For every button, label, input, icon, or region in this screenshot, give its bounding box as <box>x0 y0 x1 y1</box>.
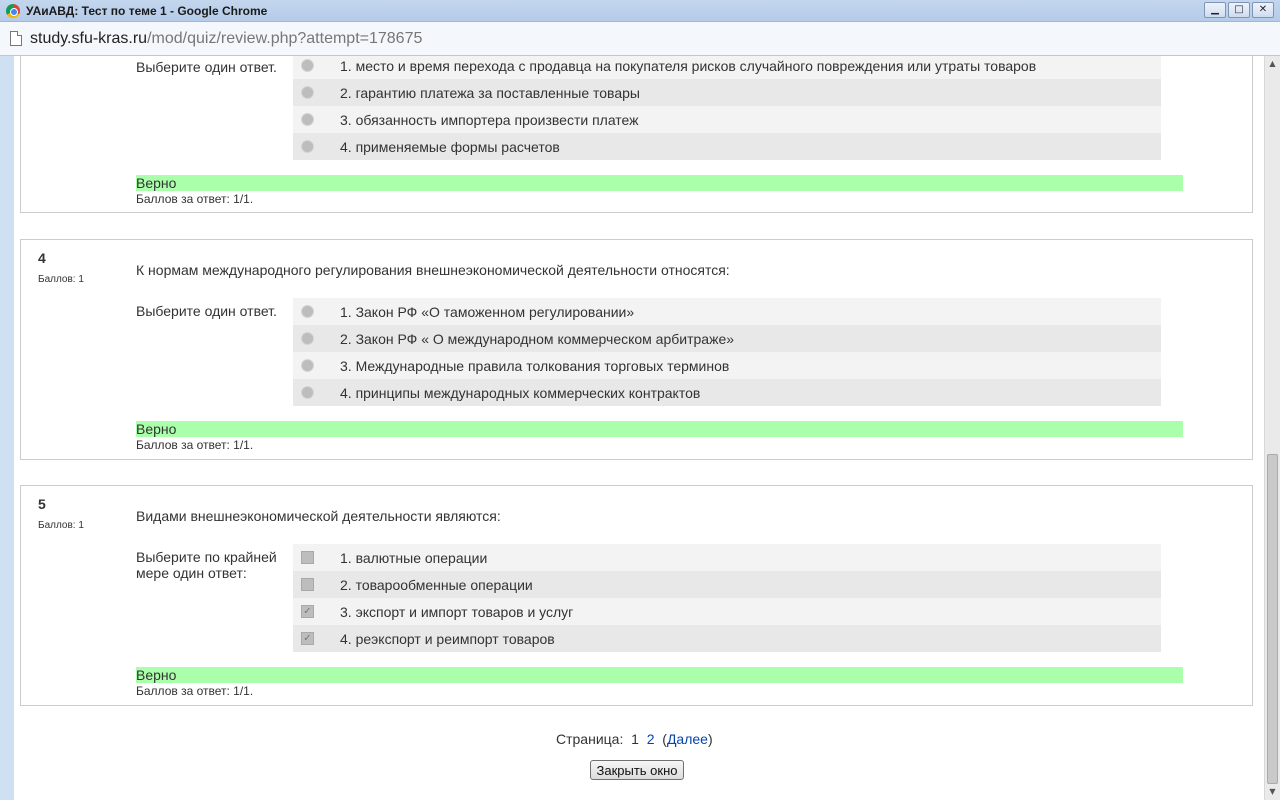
radio-icon[interactable] <box>301 386 314 399</box>
answer-label: 2. товарообменные операции <box>340 576 533 593</box>
question-text: Видами внешнеэкономической деятельности … <box>136 508 501 524</box>
answer-label: 1. валютные операции <box>340 549 488 566</box>
answer-option[interactable]: 2. Закон РФ « О международном коммерческ… <box>293 325 1161 352</box>
chrome-icon <box>6 3 20 18</box>
question-score: Баллов: 1 <box>38 274 84 285</box>
question-3-grade: Баллов за ответ: 1/1. <box>136 192 254 206</box>
answer-label: 2. гарантию платежа за поставленные това… <box>340 84 640 101</box>
checkbox-icon[interactable] <box>301 578 314 591</box>
answer-option[interactable]: 1. Закон РФ «О таможенном регулировании» <box>293 298 1161 325</box>
radio-icon[interactable] <box>301 140 314 153</box>
checkbox-checked-icon[interactable]: ✓ <box>301 605 314 618</box>
scroll-down-arrow-icon[interactable]: ▼ <box>1265 784 1280 800</box>
question-5-answers: 1. валютные операции 2. товарообменные о… <box>293 544 1161 652</box>
answer-label: 4. применяемые формы расчетов <box>340 138 560 155</box>
answer-option[interactable]: 4. принципы международных коммерческих к… <box>293 379 1161 406</box>
question-3-result: Верно <box>136 175 1183 191</box>
question-5-grade: Баллов за ответ: 1/1. <box>136 684 254 698</box>
checkbox-checked-icon[interactable]: ✓ <box>301 632 314 645</box>
question-score: Баллов: 1 <box>38 520 84 531</box>
minimize-button[interactable]: ▁ <box>1204 2 1226 18</box>
scroll-up-arrow-icon[interactable]: ▲ <box>1265 56 1280 72</box>
answer-option[interactable]: 4. применяемые формы расчетов <box>293 133 1161 160</box>
close-window-page-button[interactable]: Закрыть окно <box>590 760 684 780</box>
url-text[interactable]: study.sfu-kras.ru/mod/quiz/review.php?at… <box>30 30 422 48</box>
answer-label: 3. экспорт и импорт товаров и услуг <box>340 603 574 620</box>
window-titlebar: УАиАВД: Тест по теме 1 - Google Chrome ▁… <box>0 0 1280 22</box>
answer-label: 3. обязанность импортера произвести плат… <box>340 111 639 128</box>
answer-option[interactable]: 2. гарантию платежа за поставленные това… <box>293 79 1161 106</box>
question-4-answers: 1. Закон РФ «О таможенном регулировании»… <box>293 298 1161 406</box>
answer-label: 1. место и время перехода с продавца на … <box>340 57 1037 74</box>
answer-label: 1. Закон РФ «О таможенном регулировании» <box>340 303 635 320</box>
scroll-thumb[interactable] <box>1267 454 1278 784</box>
question-3-box: Выберите один ответ. 1. место и время пе… <box>20 56 1253 213</box>
close-window-button[interactable]: ✕ <box>1252 2 1274 18</box>
question-number: 5 <box>38 496 46 512</box>
question-number: 4 <box>38 250 46 266</box>
address-bar[interactable]: study.sfu-kras.ru/mod/quiz/review.php?at… <box>0 22 1280 56</box>
url-path: /mod/quiz/review.php?attempt=178675 <box>147 29 423 47</box>
answer-option[interactable]: 1. место и время перехода с продавца на … <box>293 56 1161 79</box>
question-3-prompt: Выберите один ответ. <box>136 59 277 75</box>
radio-icon[interactable] <box>301 332 314 345</box>
answer-option[interactable]: ✓ 3. экспорт и импорт товаров и услуг <box>293 598 1161 625</box>
question-3-answers: 1. место и время перехода с продавца на … <box>293 56 1161 160</box>
answer-label: 4. реэкспорт и реимпорт товаров <box>340 630 555 647</box>
answer-label: 2. Закон РФ « О международном коммерческ… <box>340 330 735 347</box>
radio-icon[interactable] <box>301 113 314 126</box>
window-controls: ▁ □ ✕ <box>1204 2 1274 18</box>
pagination: Страница: 1 2 (Далее) <box>556 731 713 747</box>
question-4-prompt: Выберите один ответ. <box>136 303 277 319</box>
page-viewport: Выберите один ответ. 1. место и время пе… <box>0 56 1264 800</box>
page-1-link[interactable]: 1 <box>631 731 639 747</box>
page-content: Выберите один ответ. 1. место и время пе… <box>14 56 1264 800</box>
answer-option[interactable]: ✓ 4. реэкспорт и реимпорт товаров <box>293 625 1161 652</box>
question-4-box: 4 Баллов: 1 К нормам международного регу… <box>20 239 1253 460</box>
answer-option[interactable]: 2. товарообменные операции <box>293 571 1161 598</box>
question-5-prompt: Выберите по крайней мере один ответ: <box>136 549 277 581</box>
radio-icon[interactable] <box>301 359 314 372</box>
checkbox-icon[interactable] <box>301 551 314 564</box>
question-5-result: Верно <box>136 667 1183 683</box>
page-2-link[interactable]: 2 <box>647 731 655 747</box>
page-icon <box>10 31 22 46</box>
radio-icon[interactable] <box>301 305 314 318</box>
question-4-grade: Баллов за ответ: 1/1. <box>136 438 254 452</box>
answer-option[interactable]: 3. обязанность импортера произвести плат… <box>293 106 1161 133</box>
vertical-scrollbar[interactable]: ▲ ▼ <box>1264 56 1280 800</box>
url-host: study.sfu-kras.ru <box>30 29 148 47</box>
window-title: УАиАВД: Тест по теме 1 - Google Chrome <box>26 3 268 18</box>
question-4-result: Верно <box>136 421 1183 437</box>
radio-icon[interactable] <box>301 86 314 99</box>
maximize-button[interactable]: □ <box>1228 2 1250 18</box>
answer-label: 4. принципы международных коммерческих к… <box>340 384 701 401</box>
question-text: К нормам международного регулирования вн… <box>136 262 730 278</box>
answer-option[interactable]: 1. валютные операции <box>293 544 1161 571</box>
radio-icon[interactable] <box>301 59 314 72</box>
answer-option[interactable]: 3. Международные правила толкования торг… <box>293 352 1161 379</box>
question-5-box: 5 Баллов: 1 Видами внешнеэкономической д… <box>20 485 1253 706</box>
next-page-link[interactable]: Далее <box>667 731 708 747</box>
answer-label: 3. Международные правила толкования торг… <box>340 357 730 374</box>
pagination-label: Страница: <box>556 731 624 747</box>
